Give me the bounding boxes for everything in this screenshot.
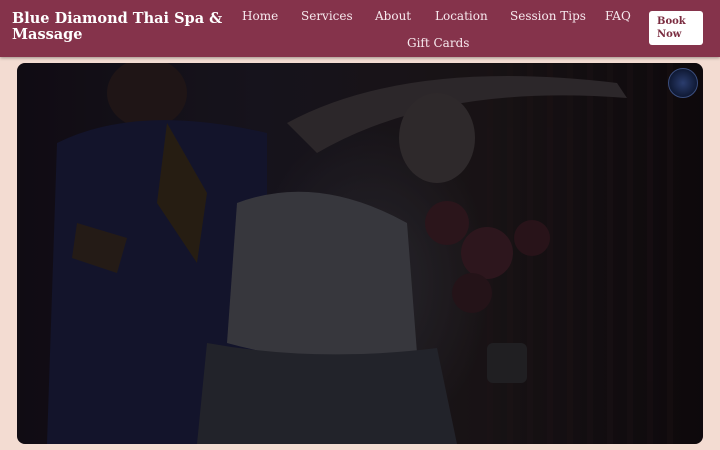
book-now-button[interactable]: Book Now <box>649 11 703 45</box>
nav-about[interactable]: About <box>375 9 411 23</box>
blue-diamond-logo-icon <box>668 68 698 98</box>
nav-services[interactable]: Services <box>301 9 353 23</box>
site-header: Blue Diamond Thai Spa & Massage Home Ser… <box>0 0 720 57</box>
nav-faq[interactable]: FAQ <box>605 9 631 23</box>
hero-dark-overlay <box>17 63 703 444</box>
nav-session-tips[interactable]: Session Tips <box>510 9 586 23</box>
hero-photo-illustration <box>17 63 703 444</box>
nav-gift-cards[interactable]: Gift Cards <box>407 36 469 50</box>
brand-title[interactable]: Blue Diamond Thai Spa & Massage <box>12 11 227 43</box>
nav-home[interactable]: Home <box>242 9 278 23</box>
hero-image <box>17 63 703 444</box>
nav-location[interactable]: Location <box>435 9 488 23</box>
